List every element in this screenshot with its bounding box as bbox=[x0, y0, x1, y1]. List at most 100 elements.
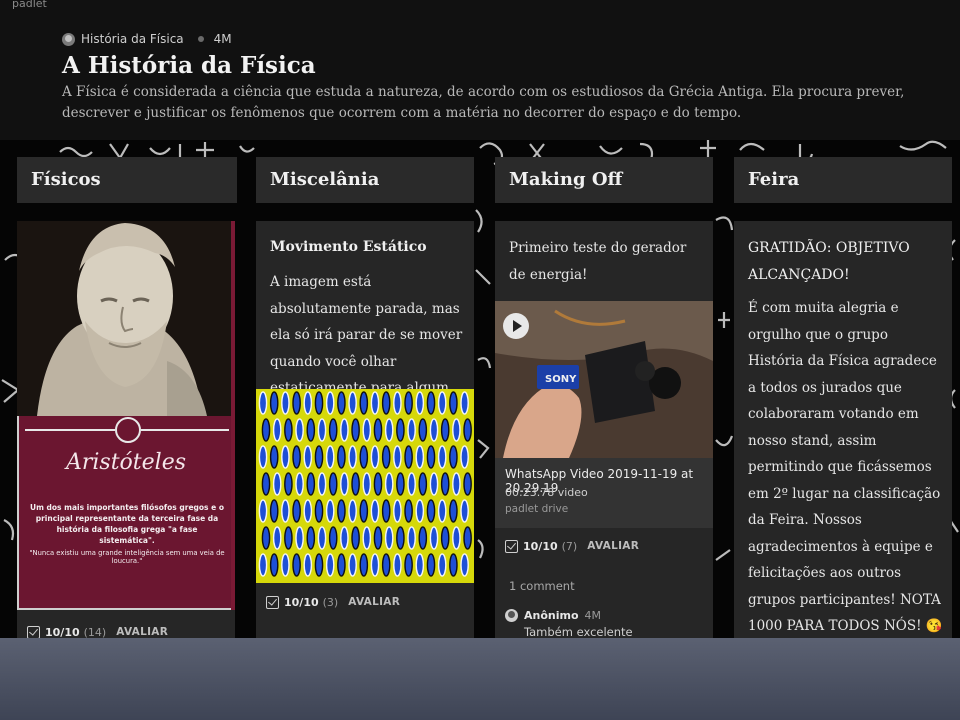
illusion-oval bbox=[404, 445, 413, 469]
illusion-oval bbox=[292, 499, 301, 523]
illusion-oval bbox=[314, 553, 324, 577]
illusion-oval bbox=[393, 499, 402, 523]
illusion-oval bbox=[292, 445, 301, 469]
column-header-feira[interactable]: Feira bbox=[734, 157, 952, 203]
illusion-oval bbox=[281, 499, 290, 523]
column-header-making-off[interactable]: Making Off bbox=[495, 157, 713, 203]
illusion-oval bbox=[362, 418, 372, 442]
decorative-strip bbox=[231, 221, 235, 610]
illusion-oval bbox=[384, 418, 394, 442]
checkbox-icon[interactable] bbox=[266, 595, 279, 609]
illusion-oval bbox=[370, 445, 380, 469]
illusion-oval bbox=[393, 553, 402, 577]
illusion-oval bbox=[258, 445, 268, 469]
board-age: 4M bbox=[213, 32, 232, 46]
illusion-oval bbox=[373, 418, 383, 442]
illusion-oval bbox=[317, 472, 327, 496]
rate-button[interactable]: AVALIAR bbox=[348, 596, 400, 608]
illusion-oval bbox=[261, 472, 271, 496]
illusion-oval bbox=[303, 445, 313, 469]
illusion-oval bbox=[314, 445, 324, 469]
illusion-pattern bbox=[258, 391, 472, 577]
aristoteles-bust-picture bbox=[17, 221, 235, 416]
play-icon[interactable] bbox=[503, 313, 529, 339]
illusion-oval bbox=[281, 391, 290, 415]
circle-ornament-icon bbox=[115, 417, 141, 443]
illusion-oval bbox=[258, 499, 268, 523]
illusion-oval bbox=[272, 472, 282, 496]
illusion-oval bbox=[269, 499, 279, 523]
illusion-oval bbox=[340, 526, 349, 550]
board-meta: História da Física 4M bbox=[62, 32, 232, 46]
illusion-oval bbox=[261, 418, 271, 442]
post-body: É com muita alegria e orgulho que o grup… bbox=[748, 300, 943, 634]
illusion-oval bbox=[303, 553, 313, 577]
illusion-oval bbox=[440, 526, 450, 550]
post-card-aristoteles[interactable]: Aristóteles Um dos mais importantes filó… bbox=[17, 221, 235, 641]
illusion-oval bbox=[426, 553, 436, 577]
rating-value: 10/10 bbox=[45, 625, 80, 639]
illusion-oval bbox=[269, 553, 279, 577]
rate-button[interactable]: AVALIAR bbox=[116, 626, 168, 638]
illusion-oval bbox=[328, 472, 338, 496]
illusion-oval bbox=[437, 553, 447, 577]
video-thumbnail[interactable]: SONY bbox=[495, 301, 713, 458]
rating-value: 10/10 bbox=[523, 539, 558, 553]
illusion-oval bbox=[258, 391, 268, 415]
illusion-oval bbox=[381, 553, 391, 577]
post-title: GRATIDÃO: OBJETIVO ALCANÇADO! bbox=[748, 240, 910, 283]
illusion-oval bbox=[348, 499, 357, 523]
illusion-oval bbox=[351, 418, 360, 442]
post-card-gerador[interactable]: Primeiro teste do gerador de energia! SO… bbox=[495, 221, 713, 641]
illusion-oval bbox=[373, 526, 383, 550]
illusion-oval bbox=[460, 445, 469, 469]
illusion-oval bbox=[284, 472, 293, 496]
illusion-oval bbox=[429, 526, 439, 550]
illusion-oval bbox=[306, 418, 316, 442]
illusion-oval bbox=[449, 553, 458, 577]
philosopher-quote: "Nunca existiu uma grande inteligência s… bbox=[29, 549, 225, 565]
illusion-oval bbox=[418, 526, 428, 550]
illusion-oval bbox=[314, 391, 324, 415]
optical-illusion-image bbox=[256, 389, 474, 583]
aristoteles-info-panel: Aristóteles Um dos mais importantes filó… bbox=[17, 416, 235, 610]
illusion-oval bbox=[295, 526, 304, 550]
illusion-oval bbox=[325, 553, 335, 577]
illusion-oval bbox=[337, 499, 346, 523]
column-header-fisicos[interactable]: Físicos bbox=[17, 157, 237, 203]
illusion-oval bbox=[337, 391, 346, 415]
column-header-miscelania[interactable]: Miscelânia bbox=[256, 157, 474, 203]
illusion-oval bbox=[384, 472, 394, 496]
rate-button[interactable]: AVALIAR bbox=[587, 540, 639, 552]
checkbox-icon[interactable] bbox=[27, 625, 40, 639]
post-card-gratidao[interactable]: GRATIDÃO: OBJETIVO ALCANÇADO! É com muit… bbox=[734, 221, 952, 641]
illusion-oval bbox=[393, 445, 402, 469]
illusion-oval bbox=[426, 499, 436, 523]
illusion-oval bbox=[426, 391, 436, 415]
comment-author: Anônimo bbox=[524, 609, 579, 622]
post-title: Movimento Estático bbox=[270, 239, 427, 255]
illusion-oval bbox=[437, 391, 447, 415]
author-name[interactable]: História da Física bbox=[81, 32, 184, 46]
aristoteles-bust-image bbox=[17, 221, 235, 416]
rating-count: (14) bbox=[83, 625, 107, 639]
illusion-oval bbox=[284, 526, 293, 550]
comments-count[interactable]: 1 comment bbox=[509, 579, 575, 593]
post-card-movimento-estatico[interactable]: Movimento Estático A imagem está absolut… bbox=[256, 221, 474, 641]
illusion-oval bbox=[415, 553, 425, 577]
illusion-oval bbox=[281, 553, 290, 577]
illusion-oval bbox=[295, 472, 304, 496]
rating-value: 10/10 bbox=[284, 595, 319, 609]
illusion-oval bbox=[370, 391, 380, 415]
illusion-oval bbox=[325, 445, 335, 469]
illusion-oval bbox=[284, 418, 293, 442]
illusion-oval bbox=[429, 472, 439, 496]
illusion-oval bbox=[292, 391, 301, 415]
illusion-oval bbox=[370, 553, 380, 577]
separator-dot-icon bbox=[197, 36, 204, 42]
illusion-oval bbox=[437, 445, 447, 469]
author-avatar[interactable] bbox=[62, 32, 75, 46]
padlet-logo[interactable]: padlet bbox=[12, 0, 47, 10]
illusion-oval bbox=[359, 391, 369, 415]
checkbox-icon[interactable] bbox=[505, 539, 518, 553]
